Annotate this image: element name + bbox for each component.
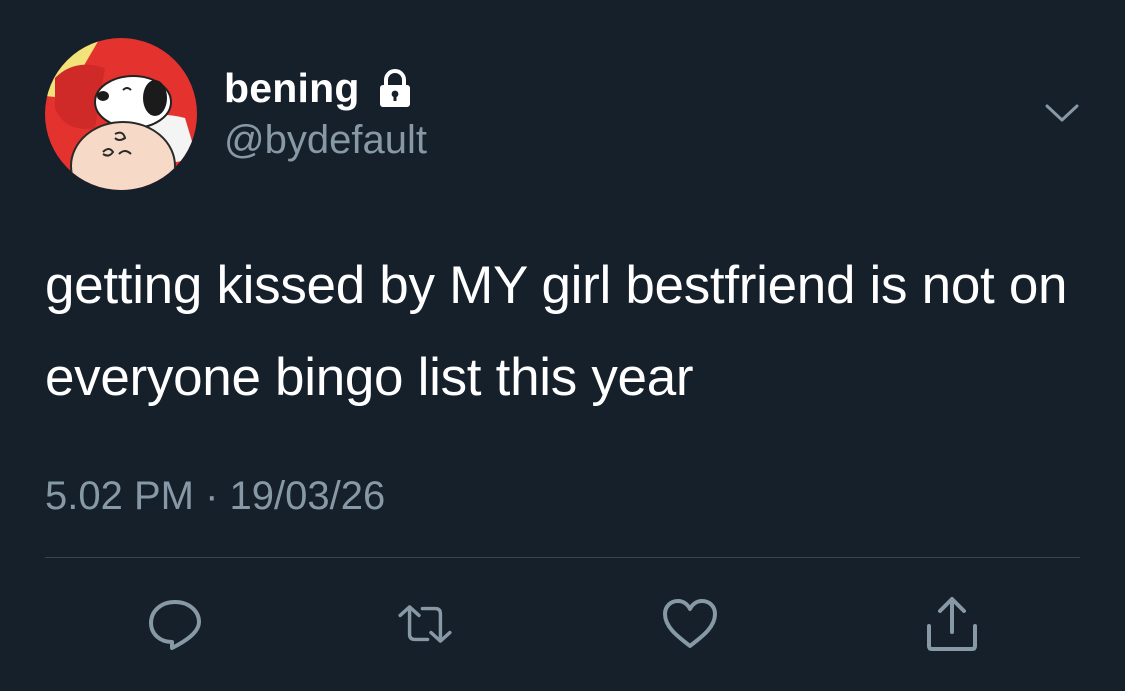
lock-icon xyxy=(374,67,416,109)
chevron-down-icon[interactable] xyxy=(1042,98,1082,128)
reply-icon xyxy=(149,600,201,650)
like-button[interactable] xyxy=(660,594,720,654)
tweet-detail: bening @bydefault getting kissed by MY g… xyxy=(0,0,1125,691)
tweet-text: getting kissed by MY girl bestfriend is … xyxy=(45,256,1068,407)
reply-button[interactable] xyxy=(145,594,205,654)
share-button[interactable] xyxy=(922,594,982,654)
heart-icon xyxy=(663,599,717,648)
avatar-image xyxy=(45,38,197,190)
share-icon xyxy=(927,597,977,651)
handle[interactable]: @bydefault xyxy=(224,116,427,164)
author-row: bening xyxy=(224,62,416,114)
display-name[interactable]: bening xyxy=(224,65,360,112)
divider xyxy=(45,557,1080,558)
avatar[interactable] xyxy=(45,38,197,190)
timestamp[interactable]: 5.02 PM · 19/03/26 xyxy=(45,472,385,520)
retweet-icon xyxy=(398,605,452,643)
retweet-button[interactable] xyxy=(395,594,455,654)
